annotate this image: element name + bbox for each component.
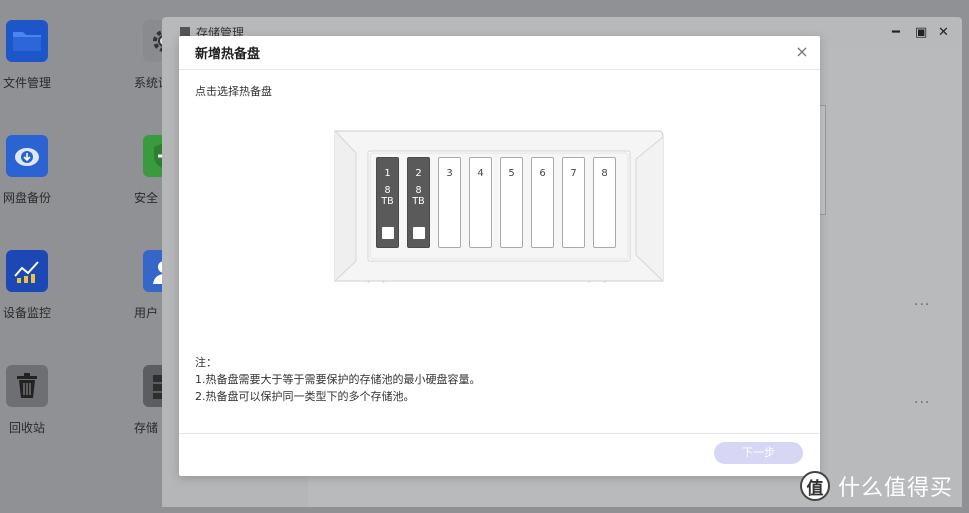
watermark: 值 什么值得买 — [800, 470, 953, 502]
desktop-icon-label: 回收站 — [8, 421, 45, 435]
trash-icon — [6, 365, 48, 407]
bay-capacity: 8 TB — [381, 185, 394, 207]
desktop-icon-label: 文件管理 — [2, 76, 51, 90]
drive-bay-3[interactable]: 3 — [438, 157, 461, 248]
watermark-text: 什么值得买 — [838, 476, 954, 501]
minimize-icon[interactable]: ━ — [892, 26, 900, 39]
note-line-2: 2.热备盘可以保护同一类型下的多个存储池。 — [195, 390, 415, 403]
add-hot-spare-dialog: 新增热备盘 × 点击选择热备盘 1 8 TB 2 8 TB 3 4 5 6 7 … — [179, 36, 820, 476]
bay-number: 4 — [477, 168, 484, 179]
dialog-header: 新增热备盘 × — [179, 36, 820, 70]
drive-bay-5[interactable]: 5 — [500, 157, 523, 248]
folder-icon — [6, 20, 48, 62]
bay-checkbox[interactable] — [413, 227, 425, 239]
dialog-title: 新增热备盘 — [195, 47, 261, 62]
notes-heading: 注： — [195, 356, 217, 369]
more-icon[interactable]: ... — [914, 293, 930, 309]
note-line-1: 1.热备盘需要大于等于需要保护的存储池的最小硬盘容量。 — [195, 373, 481, 386]
close-icon[interactable]: ✕ — [938, 26, 949, 39]
desktop-icon-recycle-bin[interactable]: 回收站 — [0, 365, 67, 436]
close-icon[interactable]: × — [794, 44, 810, 60]
bay-number: 7 — [570, 168, 577, 179]
desktop-icon-label: 设备监控 — [2, 306, 51, 320]
bay-number: 3 — [446, 168, 453, 179]
desktop-icon-device-monitor[interactable]: 设备监控 — [0, 250, 67, 321]
instruction-text: 点击选择热备盘 — [195, 85, 272, 98]
bay-checkbox[interactable] — [382, 227, 394, 239]
cloud-download-icon — [6, 135, 48, 177]
nas-enclosure: 1 8 TB 2 8 TB 3 4 5 6 7 8 — [334, 129, 664, 283]
bay-number: 6 — [539, 168, 546, 179]
maximize-icon[interactable]: ▣ — [915, 26, 927, 39]
drive-bay-1[interactable]: 1 8 TB — [376, 157, 399, 248]
bay-number: 8 — [601, 168, 608, 179]
bay-number: 1 — [384, 168, 391, 179]
bay-number: 5 — [508, 168, 515, 179]
bay-number: 2 — [415, 168, 422, 179]
drive-bay-6[interactable]: 6 — [531, 157, 554, 248]
dialog-footer: 下一步 — [179, 433, 820, 476]
drive-bay-4[interactable]: 4 — [469, 157, 492, 248]
desktop-icon-cloud-backup[interactable]: 网盘备份 — [0, 135, 67, 206]
next-button[interactable]: 下一步 — [714, 442, 803, 464]
drive-bay-2[interactable]: 2 8 TB — [407, 157, 430, 248]
desktop-icon-label: 网盘备份 — [2, 191, 51, 205]
more-icon[interactable]: ... — [914, 391, 930, 407]
drive-bay-7[interactable]: 7 — [562, 157, 585, 248]
notes: 注： 1.热备盘需要大于等于需要保护的存储池的最小硬盘容量。 2.热备盘可以保护… — [195, 354, 481, 405]
desktop-icon-file-manager[interactable]: 文件管理 — [0, 20, 67, 91]
bay-capacity: 8 TB — [412, 185, 425, 207]
chart-icon — [6, 250, 48, 292]
watermark-logo: 值 — [800, 471, 830, 501]
drive-bay-8[interactable]: 8 — [593, 157, 616, 248]
drive-bays: 1 8 TB 2 8 TB 3 4 5 6 7 8 — [372, 153, 654, 261]
